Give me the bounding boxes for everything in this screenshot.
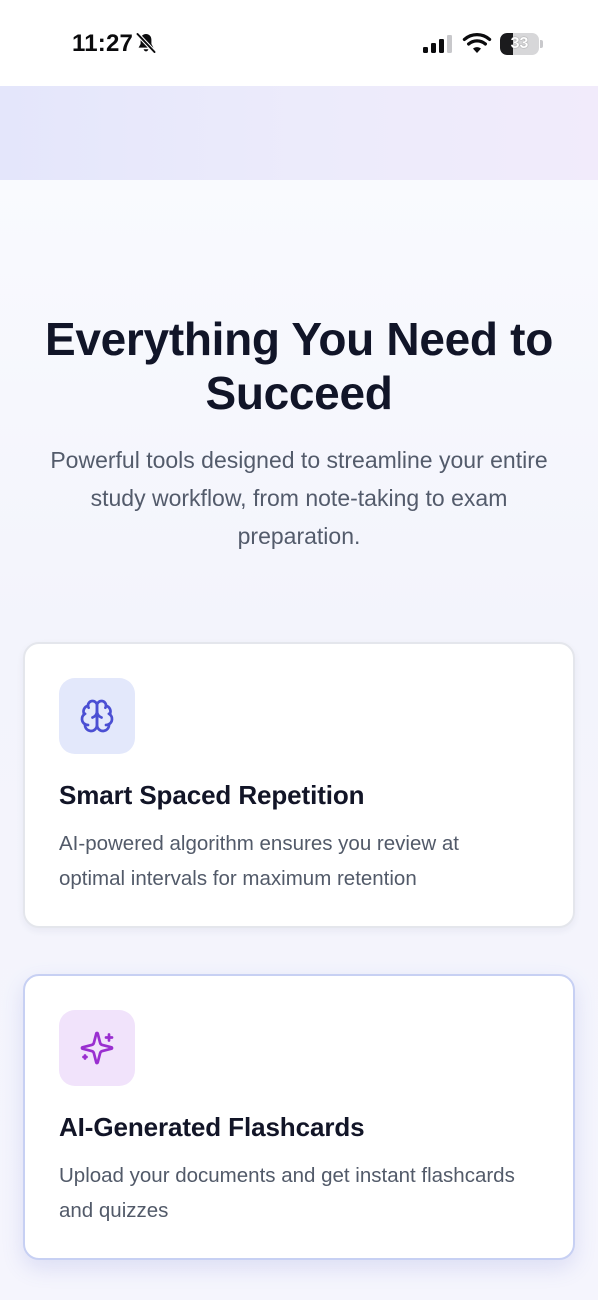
hero-subtitle: Powerful tools designed to streamline yo… <box>50 447 548 549</box>
screen: 11:27 33 Everything You Need to Succeed … <box>0 0 598 1300</box>
feature-card-ai-flashcards[interactable]: AI-Generated Flashcards Upload your docu… <box>23 974 575 1260</box>
feature-icon-box <box>59 678 135 754</box>
hero-title: Everything You Need to Succeed <box>44 313 553 419</box>
brain-icon <box>80 699 114 733</box>
feature-icon-box <box>59 1010 135 1086</box>
bell-slash-icon <box>135 32 157 54</box>
battery-body: 33 <box>500 33 539 55</box>
cellular-signal-icon <box>423 35 452 53</box>
status-bar: 11:27 33 <box>0 0 598 86</box>
battery-level-text: 33 <box>510 35 529 52</box>
sparkles-icon <box>80 1031 114 1065</box>
wifi-icon <box>462 33 492 53</box>
feature-card-spaced-repetition[interactable]: Smart Spaced Repetition AI-powered algor… <box>23 642 575 928</box>
status-time: 11:27 <box>72 30 134 57</box>
battery-cap <box>540 40 543 48</box>
feature-description: AI-powered algorithm ensures you review … <box>59 832 459 890</box>
battery-icon: 33 <box>500 33 544 55</box>
feature-title: Smart Spaced Repetition <box>59 780 365 810</box>
feature-description: Upload your documents and get instant fl… <box>59 1164 515 1222</box>
feature-title: AI-Generated Flashcards <box>59 1112 365 1142</box>
header-band <box>0 86 598 180</box>
